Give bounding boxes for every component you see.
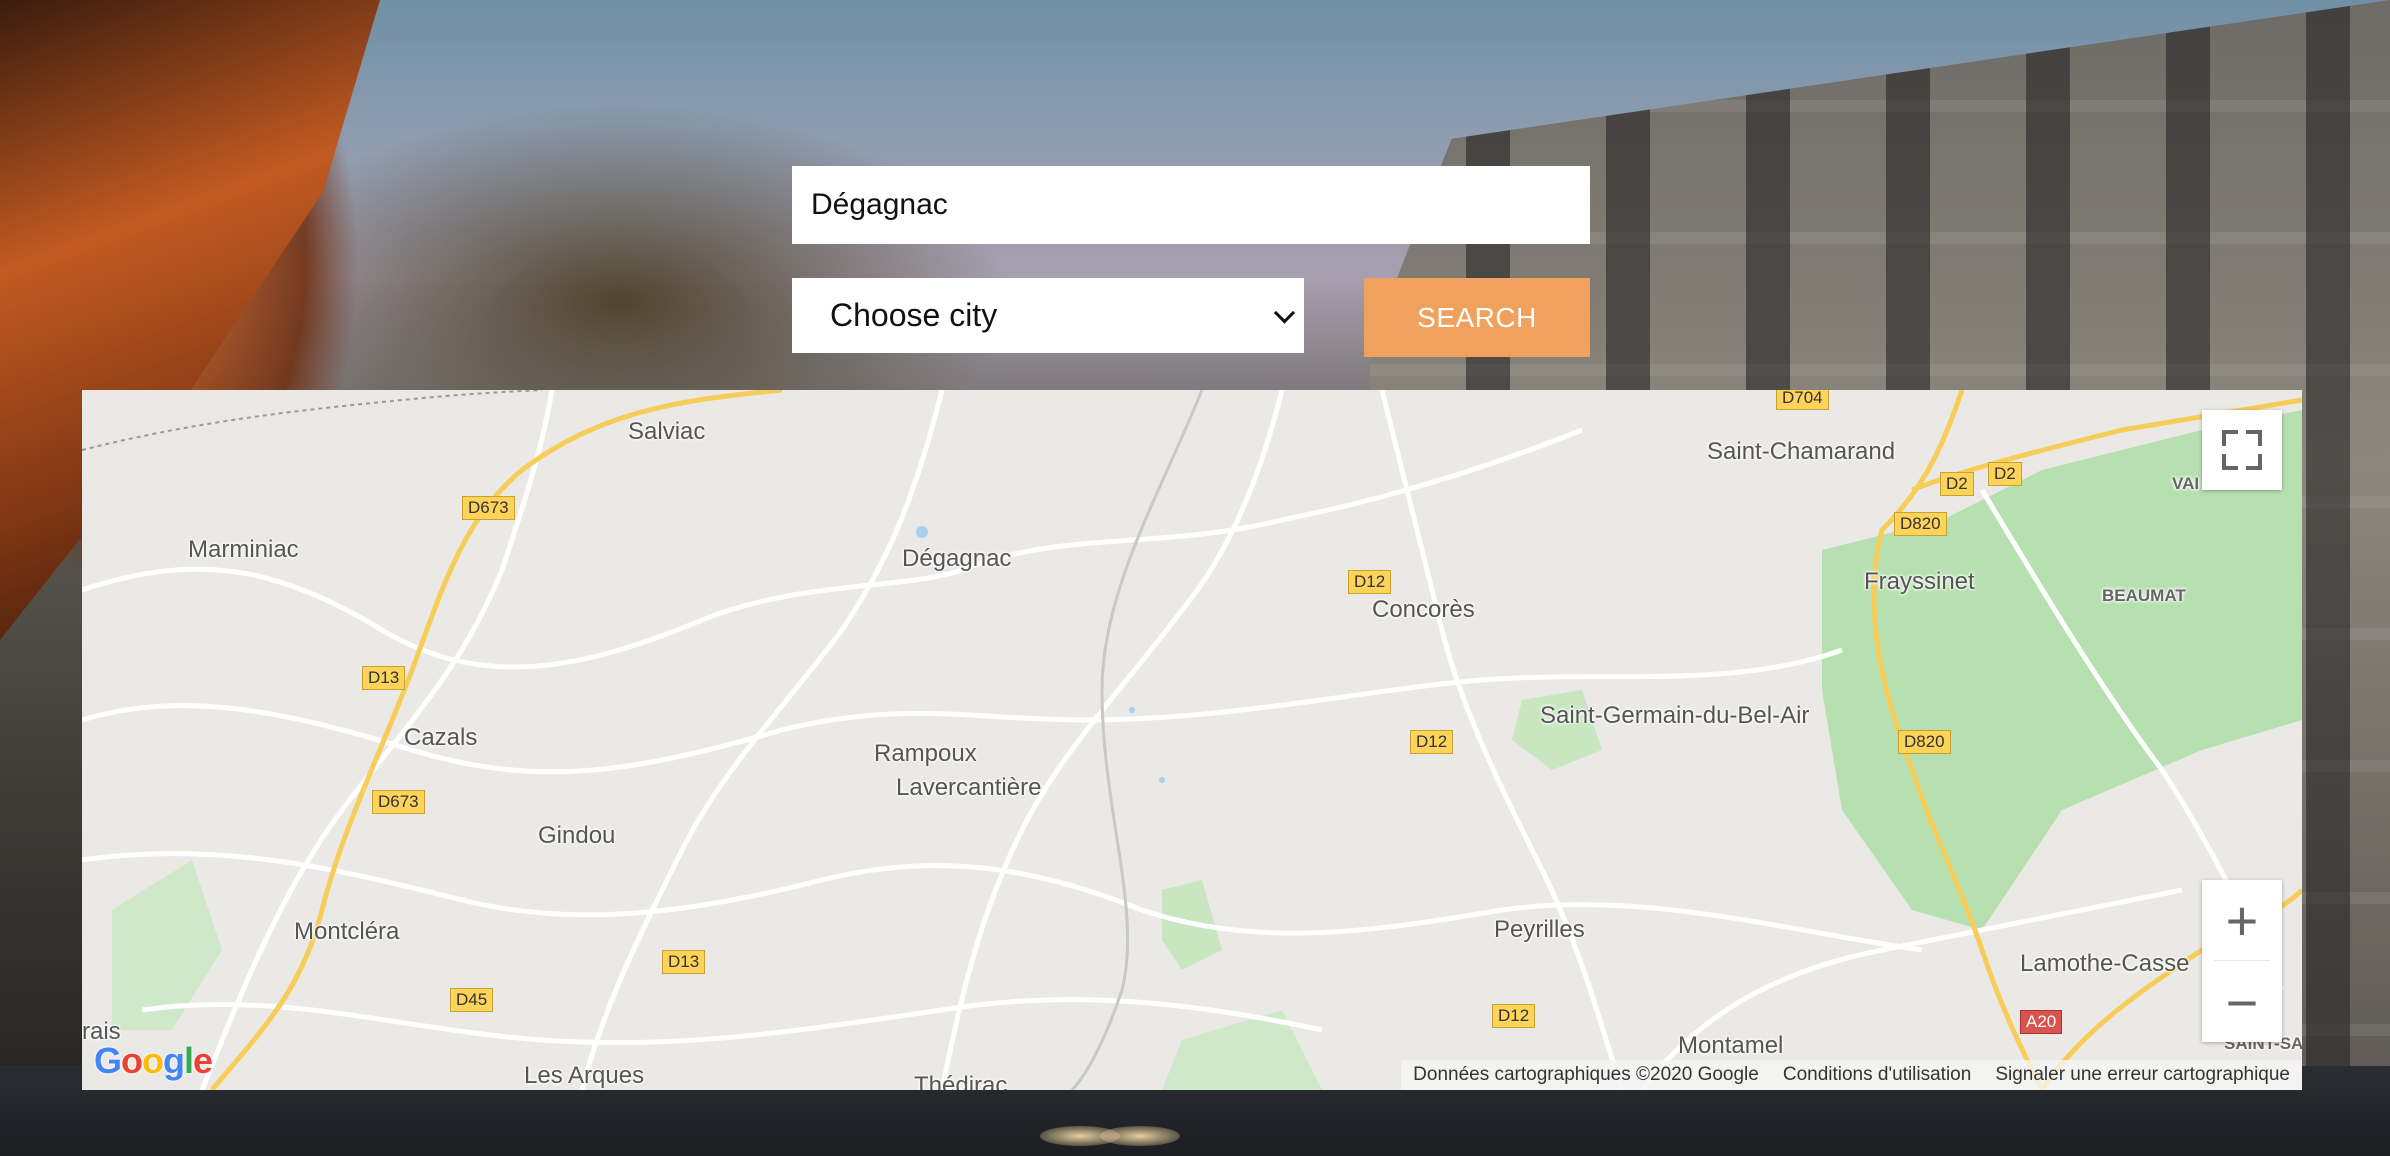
search-input[interactable]: Dégagnac: [792, 166, 1590, 244]
chevron-down-icon: [1273, 301, 1296, 324]
place-label: BEAUMAT: [2102, 586, 2186, 605]
light-glow: [1100, 1126, 1180, 1146]
road-label: D704: [1776, 390, 1829, 410]
zoom-out-button[interactable]: −: [2202, 962, 2282, 1042]
place-label: Thédirac: [914, 1072, 1008, 1090]
place-label: Lamothe-Casse: [2020, 950, 2190, 977]
place-label: Saint-Chamarand: [1707, 438, 1896, 465]
road-label: D820: [1898, 730, 1951, 754]
road-label: D12: [1492, 1004, 1536, 1028]
map-data-credit: Données cartographiques ©2020 Google: [1413, 1064, 1759, 1085]
zoom-control: + −: [2202, 880, 2282, 1042]
map[interactable]: Salviac Marminiac Dégagnac Concorès Sain…: [82, 390, 2302, 1090]
place-label: Montcléra: [294, 918, 400, 945]
place-label: Gindou: [538, 822, 616, 849]
terms-link[interactable]: Conditions d'utilisation: [1783, 1064, 1971, 1086]
place-label: Frayssinet: [1864, 568, 1975, 595]
fullscreen-button[interactable]: [2202, 410, 2282, 490]
fullscreen-icon: [2222, 430, 2262, 470]
road-label: D12: [1348, 570, 1392, 594]
road-label: D673: [372, 790, 425, 814]
search-button[interactable]: SEARCH: [1364, 278, 1590, 357]
place-label: Rampoux: [874, 740, 977, 767]
place-label: Salviac: [628, 418, 706, 445]
road-label: D2: [1988, 462, 2022, 486]
zoom-in-button[interactable]: +: [2202, 880, 2282, 960]
place-label: Peyrilles: [1494, 916, 1585, 943]
road-label: D13: [362, 666, 406, 690]
place-label: Dégagnac: [902, 545, 1012, 572]
place-label: Lavercantière: [896, 774, 1042, 801]
place-label: Cazals: [404, 724, 478, 751]
place-label: VAI: [2172, 474, 2200, 493]
road-label: D12: [1410, 730, 1454, 754]
city-select-value: Choose city: [830, 297, 998, 333]
road-label: D820: [1894, 512, 1947, 536]
zoom-separator: [2214, 960, 2270, 961]
place-label: Saint-Germain-du-Bel-Air: [1540, 702, 1810, 729]
report-error-link[interactable]: Signaler une erreur cartographique: [1995, 1064, 2290, 1086]
map-attribution: Données cartographiques ©2020 Google Con…: [1401, 1060, 2302, 1090]
road-label: D13: [662, 950, 706, 974]
place-label: Les Arques: [524, 1062, 645, 1089]
road-label: D673: [462, 496, 515, 520]
road-label: D45: [450, 988, 494, 1012]
road-label: D2: [1940, 472, 1974, 496]
place-label: Montamel: [1678, 1032, 1784, 1059]
google-logo[interactable]: Google: [94, 1040, 213, 1082]
road-label: A20: [2020, 1010, 2063, 1034]
city-select[interactable]: Choose city: [792, 278, 1304, 353]
place-label: Concorès: [1372, 596, 1475, 623]
place-label: Marminiac: [188, 536, 299, 563]
